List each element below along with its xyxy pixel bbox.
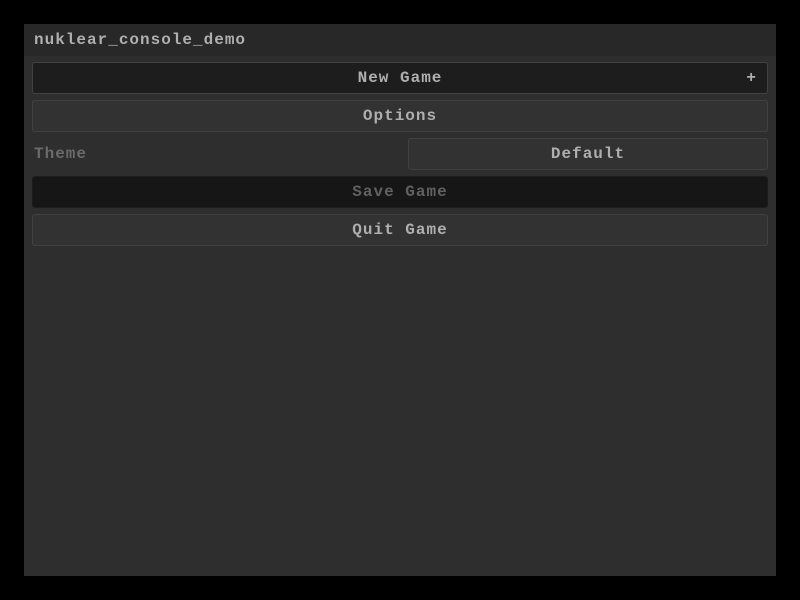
quit-game-label: Quit Game xyxy=(352,221,447,239)
theme-row: Theme Default xyxy=(32,138,768,170)
window-titlebar: nuklear_console_demo xyxy=(24,24,776,56)
plus-icon: + xyxy=(746,69,757,87)
theme-label: Theme xyxy=(32,138,400,170)
save-game-label: Save Game xyxy=(352,183,447,201)
new-game-label: New Game xyxy=(358,69,443,87)
theme-select[interactable]: Default xyxy=(408,138,768,170)
theme-value: Default xyxy=(551,145,625,163)
options-label: Options xyxy=(363,107,437,125)
quit-game-button[interactable]: Quit Game xyxy=(32,214,768,246)
new-game-button[interactable]: New Game + xyxy=(32,62,768,94)
window-title: nuklear_console_demo xyxy=(34,31,246,49)
options-button[interactable]: Options xyxy=(32,100,768,132)
main-window: nuklear_console_demo New Game + Options … xyxy=(24,24,776,576)
menu-content: New Game + Options Theme Default Save Ga… xyxy=(24,56,776,576)
save-game-button: Save Game xyxy=(32,176,768,208)
